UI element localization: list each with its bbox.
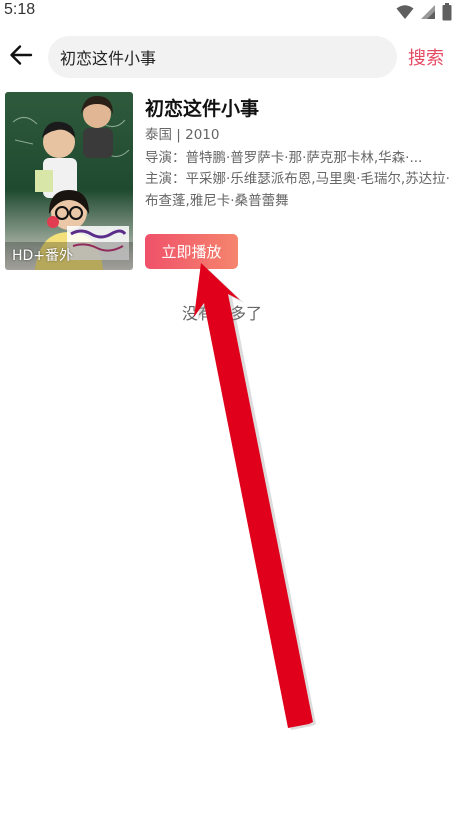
signal-icon [421,5,435,19]
movie-meta: 泰国 | 2010 [145,127,220,143]
battery-icon [442,3,452,21]
status-bar: 5:18 [0,0,458,24]
play-now-button[interactable]: 立即播放 [145,234,238,269]
status-time: 5:18 [4,1,36,18]
search-query-text: 初恋这件小事 [60,49,157,68]
status-icons [396,3,452,21]
search-button[interactable]: 搜索 [408,44,444,70]
wifi-icon [396,5,414,19]
poster-artwork [5,92,133,270]
back-button[interactable] [6,40,36,70]
quality-badge: HD+番外 [12,248,74,264]
movie-title[interactable]: 初恋这件小事 [145,94,259,121]
no-more-text: 没有更多了 [182,304,263,323]
search-input[interactable]: 初恋这件小事 [48,36,397,78]
movie-director: 导演：普特鹏·普罗萨卡·那·萨克那卡林,华森·... [145,150,423,166]
movie-cast: 主演：平采娜·乐维瑟派布恩,马里奥·毛瑞尔,苏达拉·布查蓬,雅尼卡·桑普蕾舞 [145,171,450,209]
arrow-left-icon [10,45,33,65]
movie-poster[interactable]: HD+番外 [5,92,133,270]
